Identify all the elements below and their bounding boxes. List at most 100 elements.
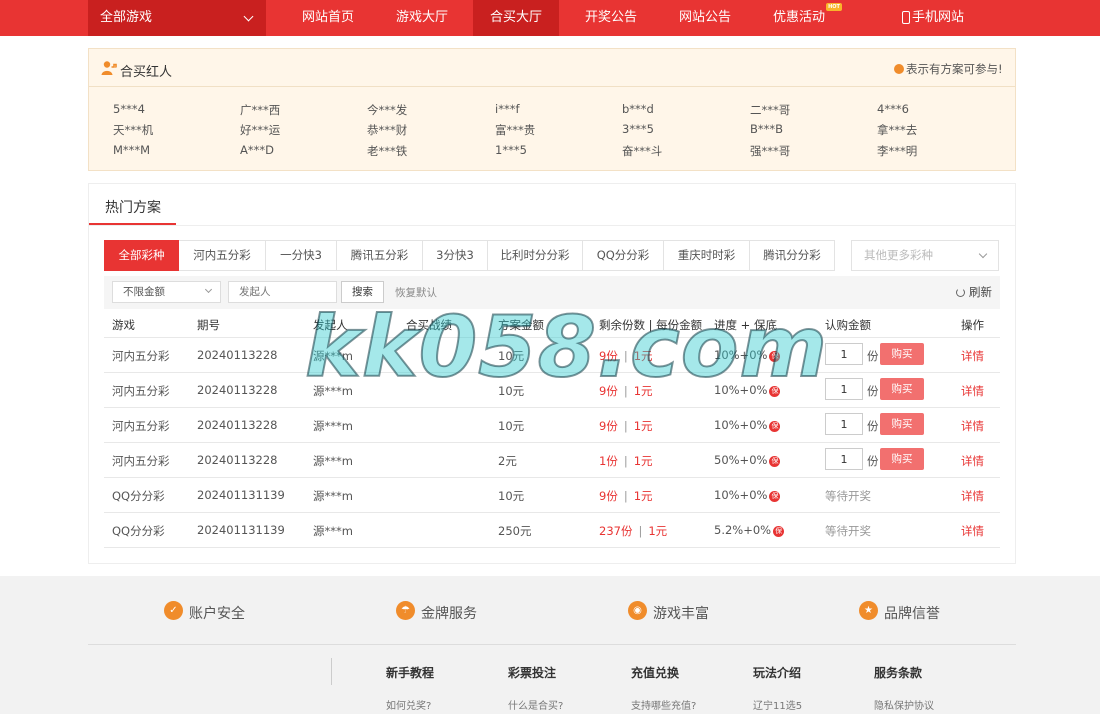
nav-home[interactable]: 网站首页	[290, 0, 366, 36]
quantity-input[interactable]	[825, 378, 863, 400]
initiator-name[interactable]: 源***m	[313, 453, 353, 469]
buy-button[interactable]: 购买	[880, 448, 924, 470]
per-share-amount: 1元	[633, 384, 653, 398]
top-buyer-name[interactable]: 3***5	[622, 122, 654, 136]
initiator-name[interactable]: 源***m	[313, 418, 353, 434]
lottery-tab[interactable]: 一分快3	[266, 240, 337, 271]
top-buyer-name[interactable]: 5***4	[113, 102, 145, 116]
top-buyer-name[interactable]: 好***运	[240, 122, 280, 138]
footer-link[interactable]: 什么是合买?	[508, 697, 563, 712]
remaining-shares: 9份 | 1元	[599, 383, 653, 399]
per-share-amount: 1元	[648, 524, 668, 538]
game-name: 河内五分彩	[112, 454, 170, 468]
top-buyer-name[interactable]: M***M	[113, 143, 150, 157]
refresh-button[interactable]: 刷新	[956, 284, 992, 300]
detail-link[interactable]: 详情	[961, 383, 984, 399]
nav-draw-results[interactable]: 开奖公告	[573, 0, 649, 36]
quantity-input[interactable]	[825, 343, 863, 365]
progress-guarantee: 5.2%+0% 保	[714, 523, 785, 537]
top-buyer-name[interactable]: 富***贵	[495, 122, 535, 138]
buy-button[interactable]: 购买	[880, 378, 924, 400]
progress-guarantee: 10%+0% 保	[714, 488, 781, 502]
initiator-name[interactable]: 源***m	[313, 488, 353, 504]
top-buyer-name[interactable]: 今***发	[367, 102, 407, 118]
all-games-dropdown[interactable]: 全部游戏	[88, 0, 266, 36]
detail-link[interactable]: 详情	[961, 418, 984, 434]
footer-link[interactable]: 支持哪些充值?	[631, 697, 696, 712]
lottery-tab[interactable]: 腾讯分分彩	[750, 240, 835, 271]
remaining-count: 9份	[599, 349, 618, 363]
top-buyer-name[interactable]: 拿***去	[877, 122, 917, 138]
footer-link[interactable]: 如何兑奖?	[386, 697, 431, 712]
initiator-input[interactable]	[228, 281, 337, 303]
top-buyer-name[interactable]: 广***西	[240, 102, 280, 118]
all-games-label: 全部游戏	[100, 10, 153, 25]
issue-number: 20240113228	[197, 348, 278, 362]
top-buyer-name[interactable]: 4***6	[877, 102, 909, 116]
detail-link[interactable]: 详情	[961, 523, 984, 539]
scheme-amount: 10元	[498, 489, 525, 503]
game-name: QQ分分彩	[112, 489, 165, 503]
detail-link[interactable]: 详情	[961, 453, 984, 469]
scheme-amount: 10元	[498, 419, 525, 433]
top-buyer-name[interactable]: 天***机	[113, 122, 153, 138]
game-name: 河内五分彩	[112, 419, 170, 433]
chevron-down-icon	[978, 249, 988, 259]
guarantee-badge: 保	[769, 386, 781, 397]
amount-filter-select[interactable]: 不限金额	[112, 281, 221, 303]
lottery-tab[interactable]: 河内五分彩	[179, 240, 266, 271]
lottery-tab[interactable]: 比利时分分彩	[488, 240, 583, 271]
buy-button[interactable]: 购买	[880, 343, 924, 365]
footer-link[interactable]: 隐私保护协议	[874, 697, 934, 712]
guarantee-badge: 保	[769, 351, 781, 362]
more-lottery-select[interactable]: 其他更多彩种	[851, 240, 999, 271]
top-buyer-name[interactable]: 强***哥	[750, 143, 790, 159]
umbrella-icon: ☂	[396, 601, 415, 620]
scheme-amount: 250元	[498, 524, 532, 538]
lottery-tab[interactable]: 腾讯五分彩	[337, 240, 423, 271]
top-buyer-name[interactable]: 老***铁	[367, 143, 407, 159]
lottery-tab[interactable]: 3分快3	[423, 240, 488, 271]
top-buyer-name[interactable]: 奋***斗	[622, 143, 662, 159]
top-buyer-name[interactable]: B***B	[750, 122, 783, 136]
issue-number: 20240113228	[197, 418, 278, 432]
reset-default-link[interactable]: 恢复默认	[395, 285, 437, 300]
hot-schemes-title[interactable]: 热门方案	[105, 197, 161, 217]
lottery-tab[interactable]: 全部彩种	[104, 240, 179, 271]
progress-guarantee: 10%+0% 保	[714, 383, 781, 397]
divider	[104, 337, 1000, 338]
top-buyer-name[interactable]: 1***5	[495, 143, 527, 157]
footer-column-title: 玩法介绍	[753, 666, 802, 680]
detail-link[interactable]: 详情	[961, 488, 984, 504]
issue-number: 20240113228	[197, 453, 278, 467]
top-buyers-title: 合买红人	[120, 65, 173, 80]
buy-button[interactable]: 购买	[880, 413, 924, 435]
top-buyer-name[interactable]: 二***哥	[750, 102, 790, 118]
quantity-input[interactable]	[825, 413, 863, 435]
initiator-name[interactable]: 源***m	[313, 523, 353, 539]
divider	[104, 442, 1000, 443]
remaining-shares: 9份 | 1元	[599, 348, 653, 364]
quantity-input[interactable]	[825, 448, 863, 470]
top-buyer-name[interactable]: 恭***财	[367, 122, 407, 138]
top-buyer-name[interactable]: A***D	[240, 143, 274, 157]
lottery-tab[interactable]: QQ分分彩	[583, 240, 664, 271]
initiator-name[interactable]: 源***m	[313, 383, 353, 399]
initiator-name[interactable]: 源***m	[313, 348, 353, 364]
awaiting-draw-status: 等待开奖	[825, 524, 871, 538]
top-buyer-name[interactable]: i***f	[495, 102, 520, 116]
top-buyer-name[interactable]: 李***明	[877, 143, 917, 159]
progress-guarantee: 10%+0% 保	[714, 348, 781, 362]
divider	[104, 407, 1000, 408]
search-button[interactable]: 搜索	[341, 281, 384, 303]
nav-group-buy-hall[interactable]: 合买大厅	[473, 0, 559, 36]
nav-mobile-site[interactable]: 手机网站	[912, 0, 968, 36]
guarantee-badge: 保	[769, 421, 781, 432]
footer-link[interactable]: 辽宁11选5	[753, 697, 802, 712]
feature-label: 游戏丰富	[653, 606, 709, 622]
nav-announcements[interactable]: 网站公告	[667, 0, 743, 36]
nav-game-hall[interactable]: 游戏大厅	[384, 0, 460, 36]
detail-link[interactable]: 详情	[961, 348, 984, 364]
top-buyer-name[interactable]: b***d	[622, 102, 654, 116]
lottery-tab[interactable]: 重庆时时彩	[664, 240, 750, 271]
